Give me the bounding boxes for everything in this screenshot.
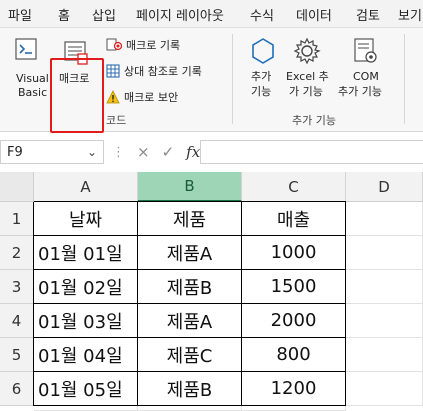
table-cell[interactable]: 01월 01일 xyxy=(34,236,138,270)
table-cell[interactable]: 제품A xyxy=(138,236,242,270)
more-icon: ⋮ xyxy=(112,144,125,160)
formula-bar: F9 ⌄ ⋮ × ✓ fx xyxy=(0,138,423,166)
macro-highlight-box xyxy=(50,58,104,133)
empty-cell[interactable] xyxy=(346,304,423,338)
empty-cell[interactable] xyxy=(346,270,423,304)
empty-cell[interactable] xyxy=(346,338,423,372)
row-header-6[interactable]: 6 xyxy=(0,372,34,406)
empty-cell[interactable] xyxy=(34,406,138,411)
table-cell[interactable]: 2000 xyxy=(242,304,346,338)
table-cell[interactable]: 01월 02일 xyxy=(34,270,138,304)
menu-formulas[interactable]: 수식 xyxy=(250,5,274,24)
menu-review[interactable]: 검토 xyxy=(356,5,380,24)
row-header-1[interactable]: 1 xyxy=(0,202,34,236)
cancel-icon[interactable]: × xyxy=(137,143,150,161)
select-all-corner[interactable] xyxy=(0,172,34,202)
excel-addins-label-1: Excel 추 xyxy=(286,70,329,83)
visual-basic-label-1: Visual xyxy=(16,72,49,85)
chevron-down-icon[interactable]: ⌄ xyxy=(87,145,97,159)
record-macro-label: 매크로 기록 xyxy=(126,39,181,52)
row-header-2[interactable]: 2 xyxy=(0,236,34,270)
table-cell[interactable]: 1000 xyxy=(242,236,346,270)
warning-icon xyxy=(106,90,120,104)
addins-icon xyxy=(252,38,274,64)
com-addins-label-2: 추가 기능 xyxy=(338,85,382,98)
group-separator xyxy=(232,34,233,124)
empty-cell[interactable] xyxy=(242,406,346,411)
visual-basic-icon xyxy=(15,38,37,60)
table-cell[interactable]: 제품C xyxy=(138,338,242,372)
table-cell[interactable]: 1500 xyxy=(242,270,346,304)
addins-label-1: 추가 xyxy=(251,70,272,83)
visual-basic-label-2: Basic xyxy=(18,86,48,99)
macro-security-label: 매크로 보안 xyxy=(124,91,179,104)
menu-insert[interactable]: 삽입 xyxy=(92,5,116,24)
row-header-4[interactable]: 4 xyxy=(0,304,34,338)
table-cell[interactable]: 제품A xyxy=(138,304,242,338)
macro-security-button[interactable]: 매크로 보안 xyxy=(106,89,178,105)
formula-actions: ⋮ × ✓ fx xyxy=(104,140,200,164)
record-macro-button[interactable]: 매크로 기록 xyxy=(106,37,180,53)
table-cell[interactable]: 제품B xyxy=(138,270,242,304)
gear-icon xyxy=(293,37,321,65)
name-box[interactable]: F9 ⌄ xyxy=(0,140,104,164)
column-header-a[interactable]: A xyxy=(34,172,138,202)
column-header-c[interactable]: C xyxy=(242,172,346,202)
relative-ref-icon xyxy=(106,64,120,78)
record-macro-icon xyxy=(106,38,122,51)
menu-view[interactable]: 보기 xyxy=(398,5,422,24)
table-cell[interactable]: 01월 05일 xyxy=(34,372,138,406)
column-header-d[interactable]: D xyxy=(346,172,423,202)
empty-cell[interactable] xyxy=(346,236,423,270)
formula-input[interactable] xyxy=(200,140,423,164)
excel-addins-label-2: 가 기능 xyxy=(289,85,323,98)
group-separator-2 xyxy=(404,34,405,124)
relative-ref-label: 상대 참조로 기록 xyxy=(124,65,202,78)
header-cell-sales[interactable]: 매출 xyxy=(242,202,346,236)
menu-page-layout[interactable]: 페이지 레이아웃 xyxy=(136,5,224,24)
menu-file[interactable]: 파일 xyxy=(8,5,32,24)
empty-cell[interactable] xyxy=(138,406,242,411)
header-cell-product[interactable]: 제품 xyxy=(138,202,242,236)
addins-group-label: 추가 기능 xyxy=(292,114,336,127)
enter-icon[interactable]: ✓ xyxy=(162,143,175,161)
table-cell[interactable]: 제품B xyxy=(138,372,242,406)
addins-label-2: 기능 xyxy=(251,85,272,98)
name-box-value: F9 xyxy=(7,145,23,160)
table-cell[interactable]: 800 xyxy=(242,338,346,372)
header-cell-date[interactable]: 날짜 xyxy=(34,202,138,236)
menu-bar: 파일 홈 삽입 페이지 레이아웃 수식 데이터 검토 보기 xyxy=(0,0,423,28)
spreadsheet-grid: A B C D 1 2 3 4 5 6 날짜 제품 매출 01월 01일 제품A… xyxy=(0,172,423,411)
column-header-b[interactable]: B xyxy=(138,172,242,202)
com-addins-label-1: COM xyxy=(353,70,379,83)
row-header-3[interactable]: 3 xyxy=(0,270,34,304)
row-header-5[interactable]: 5 xyxy=(0,338,34,372)
table-cell[interactable]: 01월 04일 xyxy=(34,338,138,372)
fx-icon[interactable]: fx xyxy=(186,143,200,161)
empty-cell[interactable] xyxy=(346,372,423,406)
table-cell[interactable]: 1200 xyxy=(242,372,346,406)
com-addins-icon xyxy=(354,38,377,63)
empty-cell[interactable] xyxy=(346,202,423,236)
ribbon: Visual Basic 매크로 매크로 기록 상대 참조로 기록 매크로 보안… xyxy=(0,28,423,133)
menu-home[interactable]: 홈 xyxy=(58,5,70,24)
menu-data[interactable]: 데이터 xyxy=(296,5,332,24)
table-cell[interactable]: 01월 03일 xyxy=(34,304,138,338)
relative-ref-button[interactable]: 상대 참조로 기록 xyxy=(106,63,202,79)
code-group-label: 코드 xyxy=(106,114,127,127)
